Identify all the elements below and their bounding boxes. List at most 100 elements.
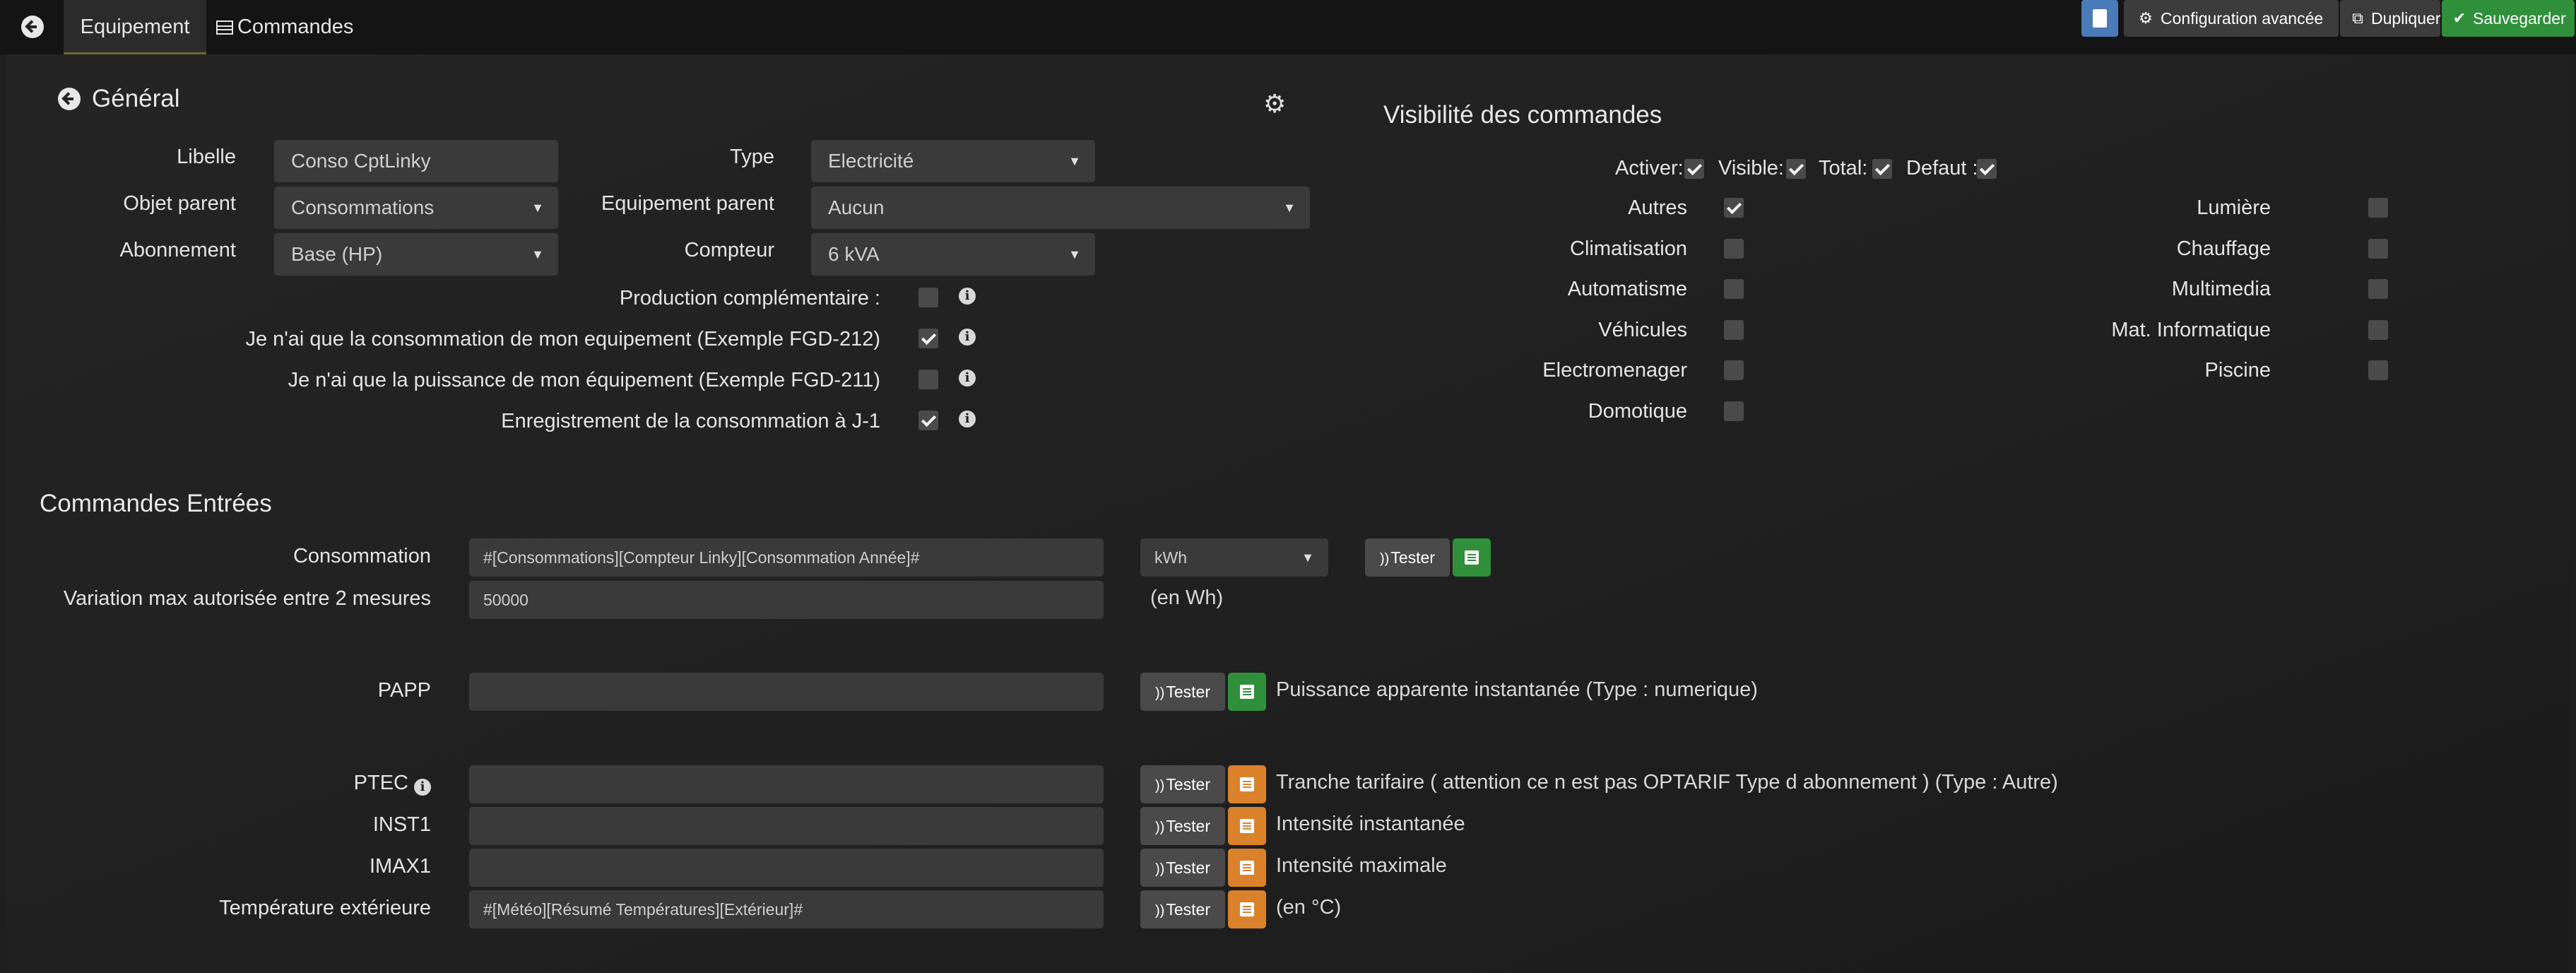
unit-value: kWh — [1154, 548, 1187, 567]
tester-label: Tester — [1166, 775, 1210, 794]
vis-piscine-checkbox[interactable] — [2368, 360, 2388, 380]
save-button[interactable]: ✔ Sauvegarder — [2442, 0, 2575, 37]
list-button[interactable] — [1228, 807, 1266, 845]
total-label: Total: — [1819, 157, 1868, 179]
tab-commandes-label: Commandes — [237, 16, 354, 38]
vis-electromenager-checkbox[interactable] — [1724, 360, 1744, 380]
ptec-label: PTEC i — [354, 772, 431, 796]
objet-parent-value: Consommations — [291, 196, 435, 218]
abonnement-label: Abonnement — [119, 239, 236, 261]
vis-informatique-checkbox[interactable] — [2368, 320, 2388, 340]
activer-checkbox[interactable] — [1684, 159, 1704, 179]
total-checkbox[interactable] — [1872, 159, 1892, 179]
option-puissance-checkbox[interactable] — [918, 370, 938, 389]
tester-button[interactable]: ))Tester — [1140, 849, 1225, 887]
list-alt-icon — [1240, 819, 1254, 833]
duplicate-button[interactable]: ⧉ Dupliquer — [2340, 0, 2440, 37]
option-consommation-checkbox[interactable] — [918, 329, 938, 348]
variation-label: Variation max autorisée entre 2 mesures — [63, 587, 431, 610]
vis-domotique-checkbox[interactable] — [1724, 401, 1744, 421]
vis-lumiere-checkbox[interactable] — [2368, 198, 2388, 218]
back-button[interactable] — [21, 16, 44, 38]
consommation-input[interactable]: #[Consommations][Compteur Linky][Consomm… — [469, 538, 1104, 577]
objet-parent-select[interactable]: Consommations ▼ — [274, 187, 558, 229]
inst1-input[interactable] — [469, 807, 1104, 845]
equipement-parent-select[interactable]: Aucun ▼ — [811, 187, 1310, 229]
tab-commandes[interactable]: Commandes — [216, 0, 358, 54]
caret-down-icon: ▼ — [1068, 247, 1081, 261]
list-button[interactable] — [1228, 849, 1266, 887]
notes-button[interactable] — [2081, 0, 2118, 37]
objet-parent-label: Objet parent — [123, 192, 236, 215]
tester-button[interactable]: ))Tester — [1140, 673, 1225, 711]
list-button[interactable] — [1453, 538, 1491, 577]
caret-down-icon: ▼ — [531, 201, 544, 215]
config-label: Configuration avancée — [2161, 9, 2324, 28]
libelle-input[interactable]: Conso CptLinky — [274, 140, 558, 182]
abonnement-select[interactable]: Base (HP) ▼ — [274, 233, 558, 276]
ptec-input[interactable] — [469, 765, 1104, 803]
visible-label: Visible: — [1718, 157, 1784, 179]
option-production-checkbox[interactable] — [918, 288, 938, 307]
book-icon — [2093, 9, 2107, 28]
general-title: Général — [92, 85, 180, 112]
papp-desc: Puissance apparente instantanée (Type : … — [1276, 678, 1758, 701]
tester-label: Tester — [1390, 548, 1435, 567]
ptec-desc: Tranche tarifaire ( attention ce n est p… — [1276, 771, 2058, 794]
rss-icon: )) — [1155, 685, 1165, 701]
visible-checkbox[interactable] — [1786, 159, 1806, 179]
info-icon: i — [959, 370, 976, 387]
type-value: Electricité — [828, 150, 914, 172]
vis-lumiere-label: Lumière — [2197, 196, 2271, 219]
temperature-unit: (en °C) — [1276, 896, 1342, 919]
imax1-label: IMAX1 — [369, 855, 431, 878]
caret-down-icon: ▼ — [1068, 154, 1081, 168]
vis-chauffage-checkbox[interactable] — [2368, 239, 2388, 259]
unit-select[interactable]: kWh ▼ — [1140, 538, 1328, 577]
tester-label: Tester — [1166, 900, 1210, 919]
compteur-label: Compteur — [684, 239, 774, 261]
info-icon: i — [959, 288, 976, 305]
tester-button[interactable]: ))Tester — [1140, 807, 1225, 845]
defaut-checkbox[interactable] — [1977, 159, 1997, 179]
list-button[interactable] — [1228, 673, 1266, 711]
defaut-label: Defaut : — [1906, 157, 1978, 179]
list-button[interactable] — [1228, 890, 1266, 928]
rss-icon: )) — [1155, 820, 1165, 835]
variation-input[interactable]: 50000 — [469, 581, 1104, 619]
list-icon — [216, 20, 233, 35]
vis-multimedia-checkbox[interactable] — [2368, 279, 2388, 299]
temperature-label: Température extérieure — [219, 897, 431, 919]
tester-label: Tester — [1166, 683, 1210, 701]
list-button[interactable] — [1228, 765, 1266, 803]
config-avancee-button[interactable]: ⚙ Configuration avancée — [2124, 0, 2339, 37]
list-alt-icon — [1240, 685, 1254, 699]
imax1-input[interactable] — [469, 849, 1104, 887]
temperature-input[interactable]: #[Météo][Résumé Températures][Extérieur]… — [469, 890, 1104, 928]
vis-vehicules-checkbox[interactable] — [1724, 320, 1744, 340]
cogs-icon[interactable]: ⚙ — [1263, 89, 1286, 119]
tester-button[interactable]: ))Tester — [1365, 538, 1450, 577]
compteur-select[interactable]: 6 kVA ▼ — [811, 233, 1095, 276]
vis-autres-checkbox[interactable] — [1724, 198, 1744, 218]
caret-down-icon: ▼ — [1301, 550, 1314, 565]
vis-electromenager-label: Electromenager — [1542, 359, 1687, 382]
rss-icon: )) — [1155, 903, 1165, 919]
papp-input[interactable] — [469, 673, 1104, 711]
type-select[interactable]: Electricité ▼ — [811, 140, 1095, 182]
inst1-label: INST1 — [372, 813, 431, 836]
vis-piscine-label: Piscine — [2204, 359, 2271, 382]
tab-equipement[interactable]: Equipement — [64, 0, 206, 54]
vis-climatisation-checkbox[interactable] — [1724, 239, 1744, 259]
option-production-label: Production complémentaire : — [619, 287, 880, 309]
rss-icon: )) — [1380, 551, 1390, 567]
tester-button[interactable]: ))Tester — [1140, 765, 1225, 803]
compteur-value: 6 kVA — [828, 243, 880, 265]
option-j1-checkbox[interactable] — [918, 411, 938, 430]
vis-automatisme-label: Automatisme — [1567, 278, 1687, 300]
tester-button[interactable]: ))Tester — [1140, 890, 1225, 928]
papp-label: PAPP — [377, 679, 431, 702]
vis-automatisme-checkbox[interactable] — [1724, 279, 1744, 299]
tester-label: Tester — [1166, 817, 1210, 835]
info-icon: i — [959, 329, 976, 346]
